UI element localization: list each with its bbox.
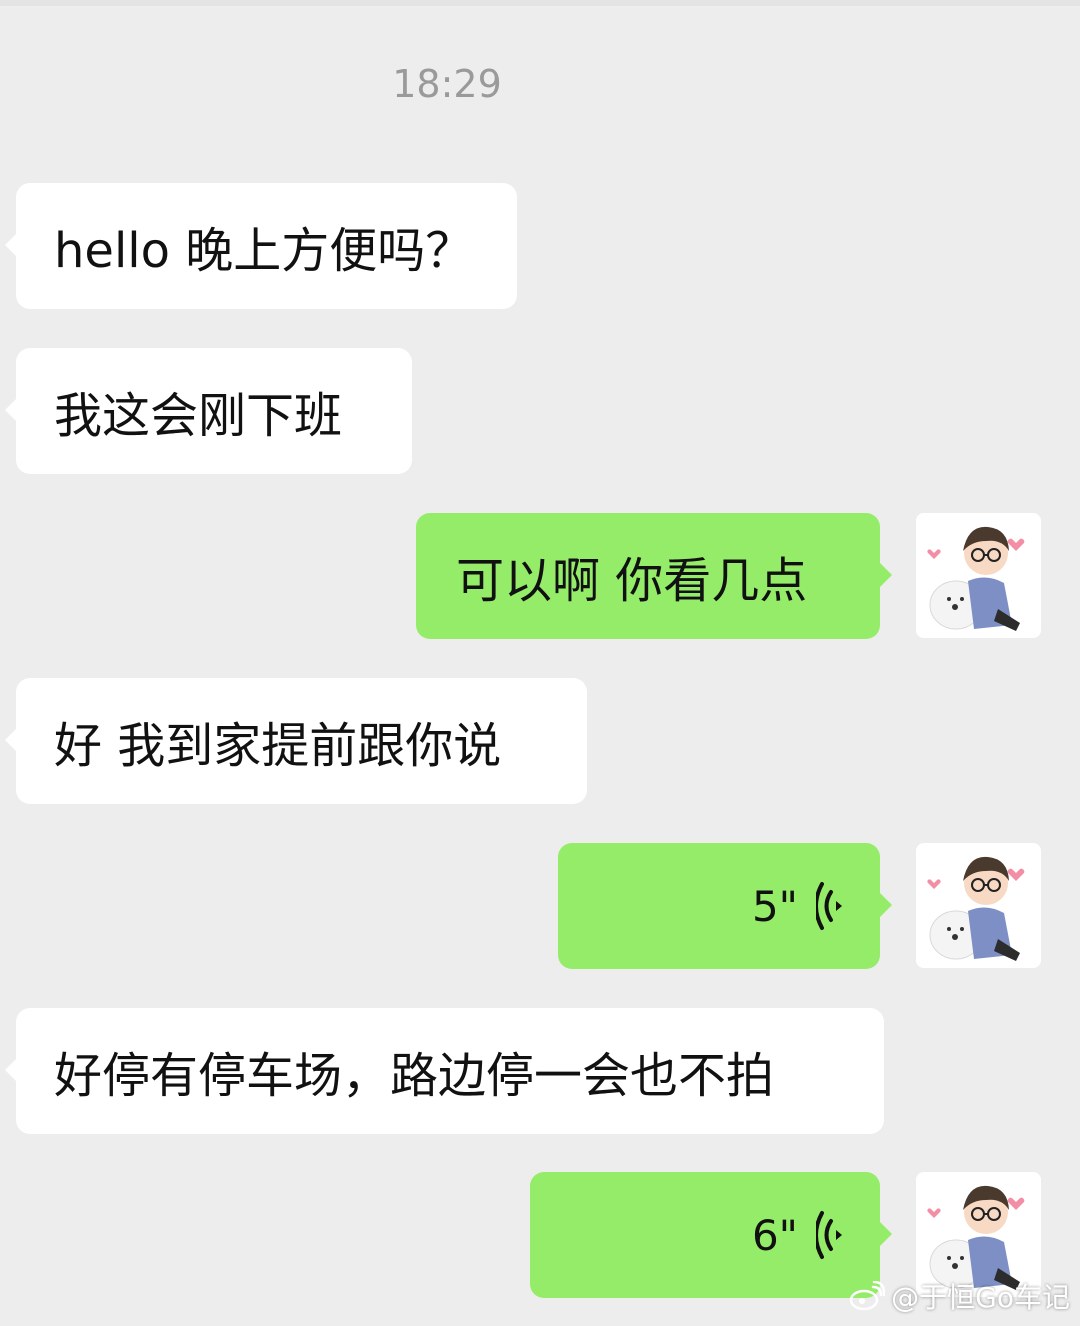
weibo-icon [849, 1281, 886, 1311]
avatar-icon [916, 843, 1041, 968]
message-timestamp: 18:29 [392, 62, 502, 106]
top-divider [0, 0, 1080, 6]
message-text: 我这会刚下班 [54, 388, 343, 444]
avatar-icon [916, 513, 1041, 638]
incoming-message-bubble[interactable]: 我这会刚下班 [5, 348, 412, 474]
watermark: @于恒Go车记 [849, 1276, 1070, 1316]
message-text: 好停有停车场，路边停一会也不拍 [54, 1048, 775, 1104]
avatar[interactable] [916, 843, 1041, 968]
voice-duration: 6" [751, 1210, 798, 1260]
message-text: hello 晚上方便吗？ [54, 223, 474, 279]
outgoing-message-bubble[interactable]: 可以啊 你看几点 [416, 513, 892, 639]
voice-wave-icon [816, 1211, 842, 1259]
message-text: 好 我到家提前跟你说 [54, 718, 502, 774]
incoming-message-bubble[interactable]: 好 我到家提前跟你说 [5, 678, 587, 804]
message-text: 可以啊 你看几点 [456, 553, 808, 609]
avatar[interactable] [916, 513, 1041, 638]
outgoing-voice-message[interactable]: 6" [530, 1172, 892, 1298]
voice-wave-icon [816, 882, 842, 930]
incoming-message-bubble[interactable]: 好停有停车场，路边停一会也不拍 [5, 1008, 884, 1134]
voice-duration: 5" [751, 881, 798, 931]
watermark-text: @于恒Go车记 [891, 1281, 1070, 1314]
outgoing-voice-message[interactable]: 5" [558, 843, 892, 969]
incoming-message-bubble[interactable]: hello 晚上方便吗？ [5, 183, 517, 309]
